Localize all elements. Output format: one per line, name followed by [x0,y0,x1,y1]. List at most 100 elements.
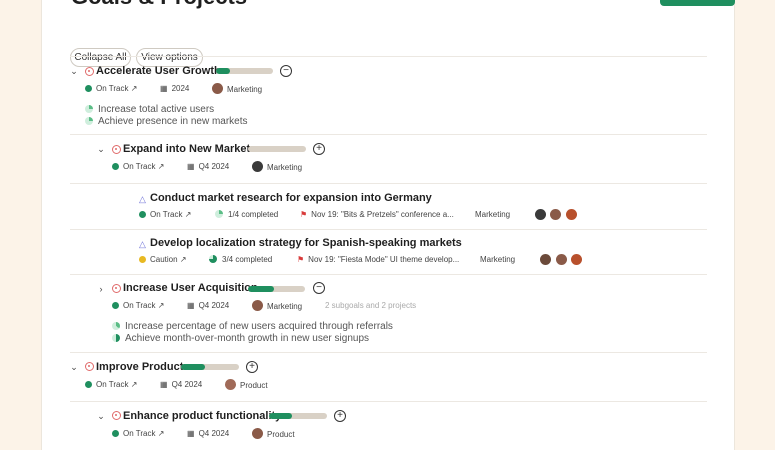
avatar [225,379,236,390]
project-title[interactable]: Conduct market research for expansion in… [150,192,432,204]
calendar-icon: ▦ [160,84,168,93]
chevron-down-icon[interactable]: ⌄ [69,362,79,373]
status-badge[interactable]: On Track ↗ [112,162,164,171]
progress-bar [248,286,305,292]
avatar[interactable] [566,209,577,220]
period: ▦ Q4 2024 [160,380,203,389]
avatar[interactable] [535,209,546,220]
period: ▦ Q4 2024 [187,162,230,171]
progress-bar [181,364,239,370]
add-goal-button[interactable] [660,0,735,6]
avatar [252,428,263,439]
chevron-right-icon[interactable]: › [96,284,106,294]
divider [70,183,707,184]
arrow-up-right-icon: ↗ [157,429,165,438]
key-result[interactable]: Achieve month-over-month growth in new u… [112,333,369,344]
arrow-up-right-icon: ↗ [184,210,192,219]
plus-circle-icon[interactable]: + [334,410,346,422]
pie-icon [85,117,93,125]
divider [70,229,707,230]
avatar[interactable] [550,209,561,220]
project-icon: △ [139,239,146,249]
key-result[interactable]: Increase total active users [85,104,214,115]
status-badge[interactable]: Caution ↗ [139,255,187,264]
page-title: Goals & Projects [71,0,247,10]
milestone[interactable]: ⚑ Nov 19: "Bits & Pretzels" conference a.… [300,210,454,219]
divider [70,401,707,402]
target-icon [112,284,121,293]
divider [70,56,707,57]
arrow-up-right-icon: ↗ [130,380,138,389]
arrow-up-right-icon: ↗ [179,255,187,264]
avatar [252,300,263,311]
pie-icon [112,322,120,330]
divider [70,274,707,275]
team[interactable]: Marketing [252,161,302,172]
status-badge[interactable]: On Track ↗ [139,210,191,219]
status-badge[interactable]: On Track ↗ [85,380,137,389]
chevron-down-icon[interactable]: ⌄ [96,411,106,422]
pie-icon [112,334,120,342]
flag-icon: ⚑ [300,210,308,219]
goal-title[interactable]: Improve Product [96,361,183,373]
progress-fill [269,413,293,419]
pie-icon [85,105,93,113]
team[interactable]: Marketing [480,255,515,264]
goal-title[interactable]: Increase User Acquisition [123,282,258,294]
project-title[interactable]: Develop localization strategy for Spanis… [150,237,462,249]
calendar-icon: ▦ [187,429,195,438]
minus-circle-icon[interactable]: − [280,65,292,77]
status-badge[interactable]: On Track ↗ [112,429,164,438]
subgoal-summary: 2 subgoals and 2 projects [325,301,417,310]
goal-title[interactable]: Expand into New Markets [123,143,256,155]
status-badge[interactable]: On Track ↗ [85,84,137,93]
target-icon [112,411,121,420]
key-result[interactable]: Achieve presence in new markets [85,116,248,127]
flag-icon: ⚑ [297,255,305,264]
goal-title[interactable]: Accelerate User Growth [96,65,221,77]
minus-circle-icon[interactable]: − [313,282,325,294]
progress-bar [248,146,306,152]
team[interactable]: Marketing [212,83,262,94]
target-icon [85,362,94,371]
team[interactable]: Marketing [252,300,302,311]
progress-fill [216,68,231,74]
progress-bar [269,413,327,419]
team[interactable]: Product [252,428,295,439]
calendar-icon: ▦ [187,301,195,310]
goal-title[interactable]: Enhance product functionality [123,410,281,422]
plus-circle-icon[interactable]: + [313,143,325,155]
completion: 3/4 completed [209,255,272,264]
period: ▦ Q4 2024 [187,429,230,438]
plus-circle-icon[interactable]: + [246,361,258,373]
arrow-up-right-icon: ↗ [157,301,165,310]
target-icon [85,67,94,76]
team[interactable]: Marketing [475,210,510,219]
key-result[interactable]: Increase percentage of new users acquire… [112,321,393,332]
status-badge[interactable]: On Track ↗ [112,301,164,310]
pie-icon [215,210,223,218]
avatar[interactable] [540,254,551,265]
progress-fill [181,364,206,370]
avatar [212,83,223,94]
target-icon [112,145,121,154]
period: ▦ Q4 2024 [187,301,230,310]
project-icon: △ [139,194,146,204]
avatar[interactable] [556,254,567,265]
chevron-down-icon[interactable]: ⌄ [69,66,79,77]
progress-fill [248,286,274,292]
chevron-down-icon[interactable]: ⌄ [96,144,106,155]
progress-bar [216,68,273,74]
milestone[interactable]: ⚑ Nov 19: "Fiesta Mode" UI theme develop.… [297,255,459,264]
arrow-up-right-icon: ↗ [130,84,138,93]
calendar-icon: ▦ [187,162,195,171]
avatar [252,161,263,172]
divider [70,352,707,353]
completion: 1/4 completed [215,210,278,219]
pie-icon [209,255,217,263]
team[interactable]: Product [225,379,268,390]
avatar[interactable] [571,254,582,265]
period: ▦ 2024 [160,84,190,93]
calendar-icon: ▦ [160,380,168,389]
divider [70,134,707,135]
